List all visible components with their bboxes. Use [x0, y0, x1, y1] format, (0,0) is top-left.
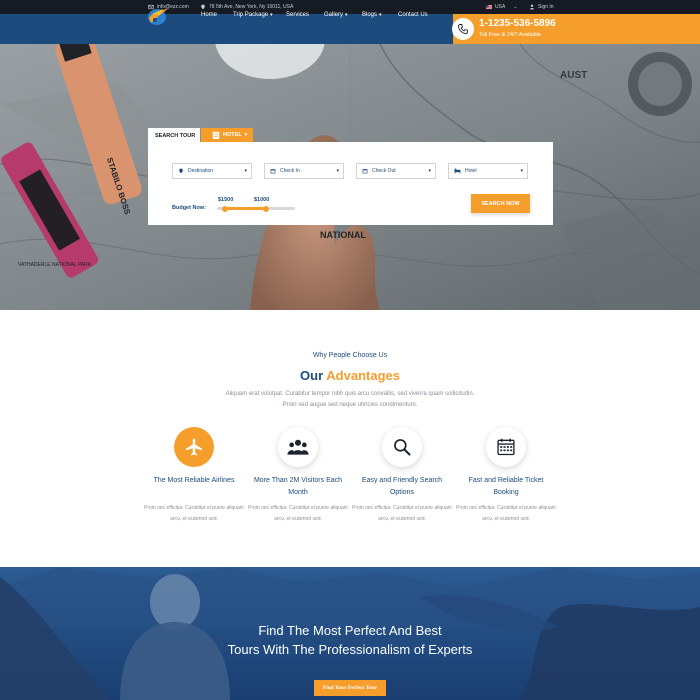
map-label-park: VATHADERLE NATIONAL PARK: [18, 262, 92, 268]
map-pin-icon: [179, 168, 183, 174]
nav-item-label: Trip Package: [233, 12, 269, 18]
chevron-down-icon: ▾: [345, 12, 348, 18]
budget-slider-max-handle[interactable]: [263, 205, 269, 212]
nav-item-blogs[interactable]: Blogs ▾: [362, 12, 382, 18]
calendar-icon: [497, 438, 515, 456]
nav-item-label: Home: [201, 12, 218, 18]
feature-icon-circle: [382, 427, 422, 467]
feature-text: Proin nec efficitur. Curabitur el puere …: [352, 505, 452, 522]
check-out-select[interactable]: Check Out ▾: [356, 163, 436, 179]
top-address: 78 5th Ave, New York, Ny 10011, USA: [200, 4, 293, 10]
phone-icon: [452, 18, 474, 40]
section-title-plain: Our: [300, 368, 324, 383]
chevron-down-icon: ⌄: [513, 4, 518, 10]
bed-icon: [454, 168, 461, 174]
section-title-highlight: Advantages: [326, 368, 400, 383]
check-out-label: Check Out: [372, 168, 396, 174]
nav-item-label: Blogs: [362, 12, 378, 18]
address-text: 78 5th Ave, New York, Ny 10011, USA: [209, 4, 294, 10]
feature-title: Fast and Reliable Ticket Booking: [468, 477, 544, 496]
section-title: Our Advantages: [0, 368, 700, 383]
users-icon: [287, 439, 309, 455]
feature-icon-circle: [174, 427, 214, 467]
feature-text: Proin nec efficitur. Curabitur el puere …: [456, 505, 556, 522]
feature-icon-circle: [278, 427, 318, 467]
feature-icon-circle: [486, 427, 526, 467]
map-label-national: NATIONAL: [320, 230, 366, 240]
top-bar: info@ezz.com 78 5th Ave, New York, Ny 10…: [0, 0, 700, 14]
destination-label: Destination: [188, 168, 214, 174]
user-icon: [529, 4, 535, 10]
airplane-icon: [186, 438, 202, 456]
feature-title: Easy and Friendly Search Options: [361, 477, 443, 496]
nav-item-label: Gallery: [324, 12, 344, 18]
destination-select[interactable]: Destination ▾: [172, 163, 252, 179]
nav-item-label: Services: [286, 12, 310, 18]
phone-note: Toll Free & 24/7 Available: [479, 32, 541, 38]
banner-heading-line-1: Find The Most Perfect And Best: [258, 623, 442, 638]
feature-text: Proin nec efficitur. Curabitur el puere …: [144, 505, 244, 522]
language-select[interactable]: USA ⌄: [486, 4, 517, 10]
map-label-aust: AUST: [560, 70, 587, 81]
phone-number[interactable]: 1-1235-536-5896: [479, 18, 556, 29]
chevron-down-icon: ▾: [244, 132, 248, 138]
search-icon: [394, 439, 411, 456]
budget-slider-min-handle[interactable]: [222, 205, 228, 212]
chevron-down-icon: ▾: [244, 168, 247, 174]
nav-item-label: Contact Us: [398, 12, 428, 18]
price-max-label: $1000: [254, 197, 270, 203]
budget-label: Budget Now:: [172, 205, 206, 211]
tab-search-tour[interactable]: SEARCH TOUR: [148, 128, 200, 142]
sign-in-link[interactable]: Sign In: [529, 4, 554, 10]
feature-title: More Than 2M Visitors Each Month: [253, 477, 343, 496]
nav-item-contact-us[interactable]: Contact Us: [398, 12, 428, 18]
calendar-icon: [362, 169, 368, 174]
chevron-down-icon: ▾: [428, 168, 431, 174]
nav-item-trip-package[interactable]: Trip Package ▾: [233, 12, 273, 18]
banner-heading-line-2: Tours With The Professionalism of Expert…: [227, 642, 473, 657]
chevron-down-icon: ▾: [379, 12, 382, 18]
price-min-label: $1500: [218, 197, 234, 203]
language-label: USA: [495, 4, 506, 10]
hotel-tab-label: HOTEL: [223, 132, 242, 138]
find-tour-button[interactable]: Find Your Perfect Tour: [314, 680, 386, 696]
feature-title: The Most Reliable Airlines: [153, 477, 235, 484]
search-now-button[interactable]: SEARCH NOW: [471, 194, 530, 213]
sign-in-label: Sign In: [538, 4, 554, 10]
map-pin-icon: [201, 4, 205, 10]
chevron-down-icon: ▾: [270, 12, 273, 18]
nav-item-gallery[interactable]: Gallery ▾: [324, 12, 348, 18]
section-description: Aliquam erat volutpat. Curabitur tempor …: [225, 391, 475, 408]
budget-slider-range: [224, 207, 266, 210]
nav-item-services[interactable]: Services: [286, 12, 309, 18]
feature-text: Proin nec efficitur. Curabitur el puere …: [248, 505, 348, 522]
calendar-icon: [270, 169, 276, 174]
check-in-select[interactable]: Check In ▾: [264, 163, 344, 179]
us-flag-icon: [486, 4, 492, 10]
section-eyebrow: Why People Choose Us: [312, 352, 388, 359]
building-icon: [212, 131, 220, 139]
chevron-down-icon: ▾: [520, 168, 523, 174]
chevron-down-icon: ▾: [336, 168, 339, 174]
hotel-select[interactable]: Hotel ▾: [448, 163, 528, 179]
hotel-label: Hotel: [465, 168, 477, 174]
tab-hotel[interactable]: HOTEL ▾: [201, 128, 253, 142]
check-in-label: Check In: [280, 168, 300, 174]
nav-item-home[interactable]: Home: [201, 12, 217, 18]
logo[interactable]: [146, 6, 170, 26]
